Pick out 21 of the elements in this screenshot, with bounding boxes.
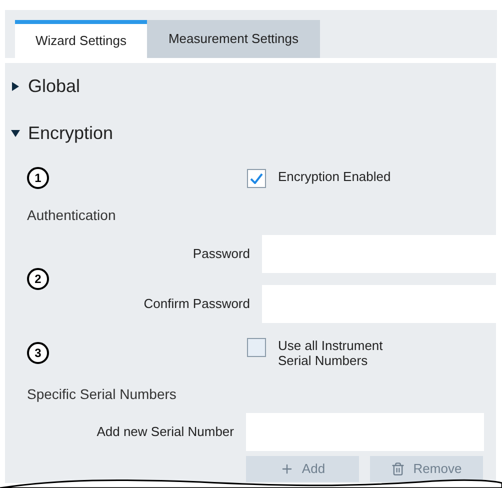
- checkbox[interactable]: [247, 168, 266, 188]
- checkbox[interactable]: [247, 338, 266, 357]
- tab[interactable]: Wizard Settings: [15, 20, 147, 58]
- plus-icon: [280, 462, 294, 476]
- step-marker: 1: [27, 167, 49, 189]
- tab[interactable]: Measurement Settings: [147, 20, 320, 58]
- checkbox-label: Encryption Enabled: [278, 168, 391, 184]
- step-marker: 2: [27, 268, 49, 290]
- section-heading: Authentication: [26, 206, 117, 224]
- field-label: Password: [192, 245, 251, 264]
- checkbox-label: Use all Instrument Serial Numbers: [278, 338, 384, 368]
- caret-right-icon: [11, 82, 20, 91]
- section-heading: Specific Serial Numbers: [26, 384, 178, 404]
- field-label: Confirm Password: [142, 295, 251, 314]
- checkmark-icon: [250, 172, 263, 184]
- field-label: Add new Serial Number: [96, 423, 235, 442]
- section-header[interactable]: Encryption: [11, 110, 114, 157]
- step-marker: 3: [27, 342, 49, 364]
- caret-down-icon: [11, 129, 20, 138]
- section-header[interactable]: Global: [11, 63, 80, 110]
- trash-icon: [391, 462, 406, 476]
